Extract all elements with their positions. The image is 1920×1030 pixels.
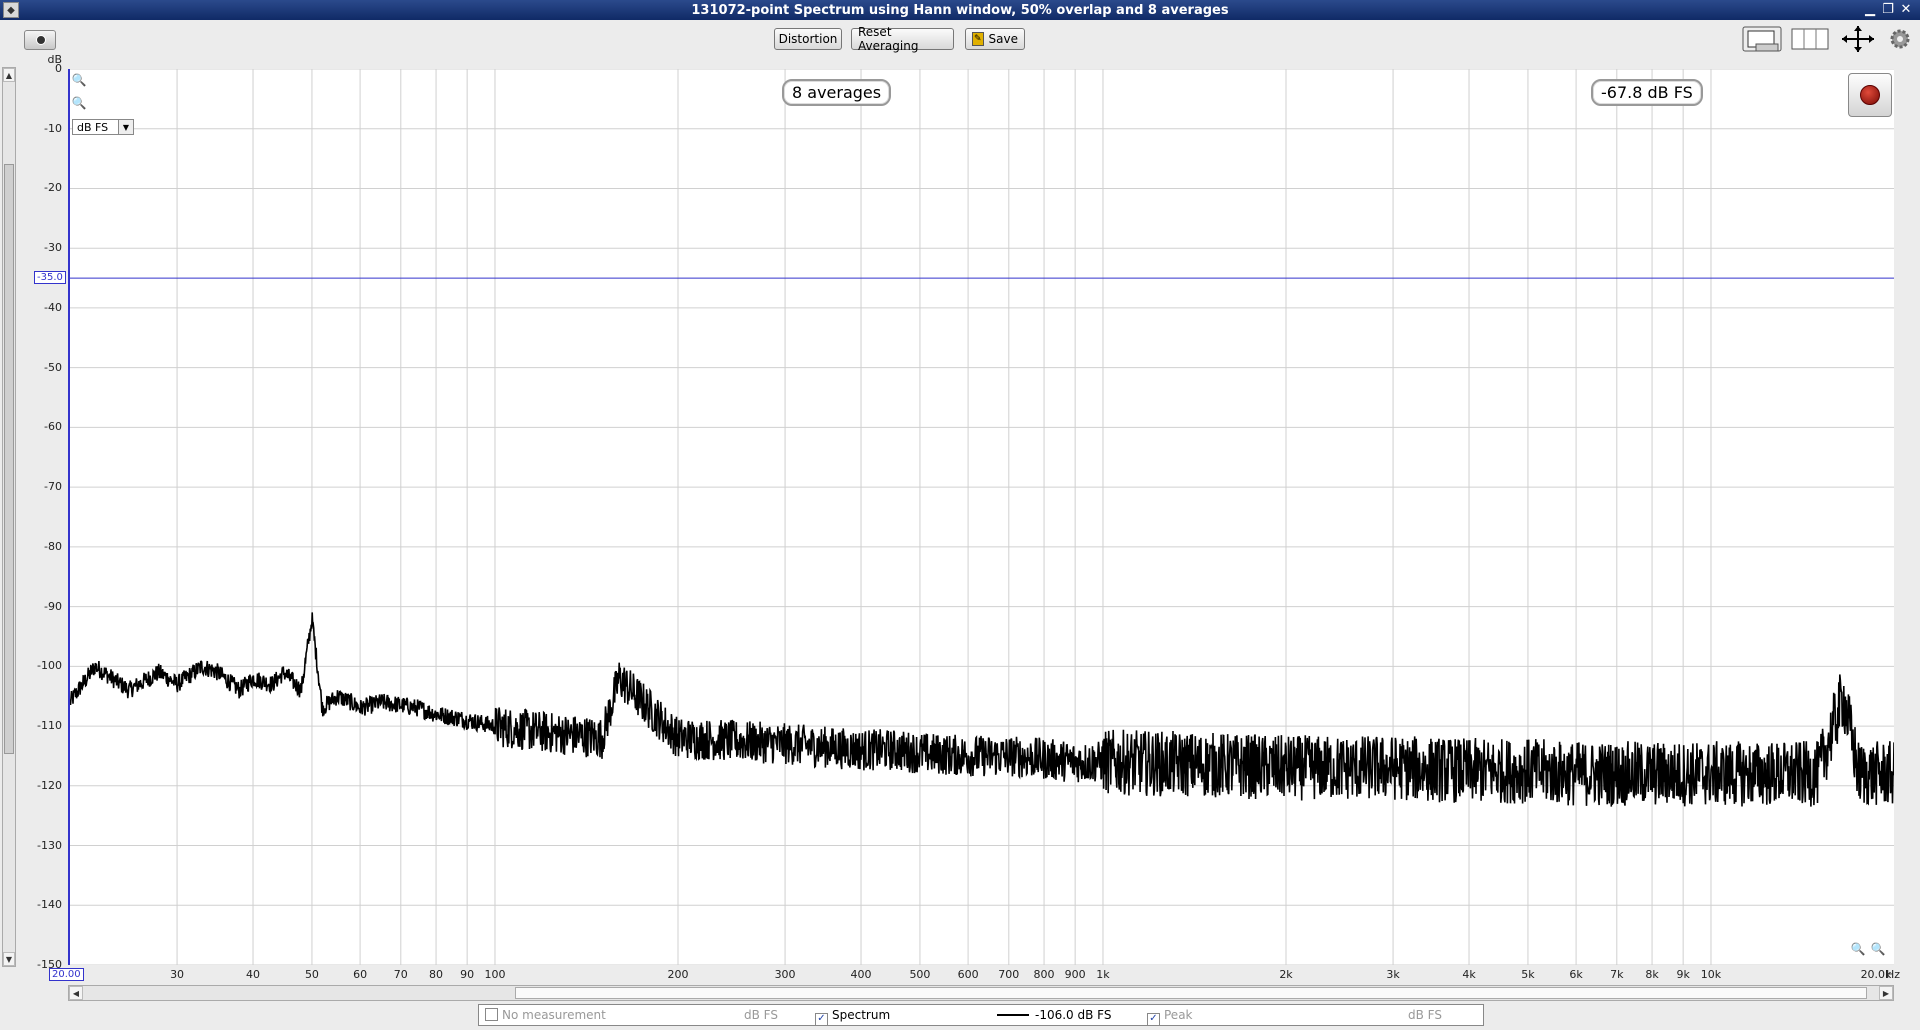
y-tick-label: -130 bbox=[37, 838, 62, 852]
unit-dropdown[interactable]: dB FS ▼ bbox=[72, 119, 134, 135]
overlay-view-icon[interactable] bbox=[1742, 24, 1782, 54]
fit-axes-icon[interactable] bbox=[1838, 24, 1878, 54]
zoom-out-icon[interactable]: 🔍 bbox=[72, 96, 87, 110]
cursor-y-readout[interactable]: -35.0 bbox=[34, 271, 66, 285]
app-icon[interactable]: ◆ bbox=[3, 2, 19, 18]
camera-icon[interactable] bbox=[24, 30, 56, 50]
spectrum-checkbox[interactable]: ✓ bbox=[815, 1013, 828, 1026]
x-tick-label: 4k bbox=[1462, 968, 1476, 981]
trace-legend: No measurement dB FS ✓ Spectrum -106.0 dB… bbox=[478, 1004, 1484, 1026]
restore-icon[interactable]: ❐ bbox=[1880, 1, 1896, 17]
y-tick-label: -30 bbox=[44, 241, 62, 255]
legend-spectrum[interactable]: ✓ Spectrum bbox=[815, 1008, 890, 1026]
split-view-icon[interactable] bbox=[1790, 24, 1830, 54]
x-tick-label: 400 bbox=[850, 968, 872, 981]
no-measurement-label: No measurement bbox=[502, 1008, 606, 1022]
chevron-down-icon[interactable]: ▼ bbox=[118, 120, 133, 134]
spectrum-plot[interactable] bbox=[68, 68, 1895, 966]
legend-no-measurement[interactable]: No measurement bbox=[485, 1008, 606, 1022]
scroll-left-icon[interactable]: ◀ bbox=[69, 986, 83, 1000]
x-tick-label: 200 bbox=[667, 968, 689, 981]
x-tick-label: 300 bbox=[774, 968, 796, 981]
x-tick-label: 1k bbox=[1096, 968, 1110, 981]
no-measurement-checkbox[interactable] bbox=[485, 1008, 498, 1021]
unit-dropdown-value: dB FS bbox=[77, 120, 109, 134]
x-tick-label: 40 bbox=[246, 968, 261, 981]
peak-checkbox[interactable]: ✓ bbox=[1147, 1013, 1160, 1026]
window-title-bar: ◆ 131072-point Spectrum using Hann windo… bbox=[0, 0, 1920, 20]
zoom-in-icon[interactable]: 🔍 bbox=[72, 73, 87, 87]
y-tick-label: -80 bbox=[44, 539, 62, 553]
y-tick-label: -60 bbox=[44, 420, 62, 434]
level-readout-badge: -67.8 dB FS bbox=[1591, 79, 1703, 106]
y-tick-label: -20 bbox=[44, 181, 62, 195]
no-measurement-unit: dB FS bbox=[744, 1008, 778, 1022]
window-title: 131072-point Spectrum using Hann window,… bbox=[691, 2, 1229, 18]
horizontal-scrollbar[interactable]: ◀ ▶ bbox=[68, 985, 1894, 1001]
spectrum-chart bbox=[69, 68, 1895, 966]
peak-label: Peak bbox=[1164, 1008, 1193, 1022]
spectrum-label: Spectrum bbox=[832, 1008, 891, 1022]
distortion-button[interactable]: Distortion bbox=[774, 28, 842, 50]
save-button-label: Save bbox=[988, 32, 1018, 46]
x-zoom-in-icon[interactable]: 🔍 bbox=[1871, 942, 1886, 956]
y-tick-label: -50 bbox=[44, 360, 62, 374]
save-icon: ✎ bbox=[972, 32, 984, 46]
y-tick-label: -140 bbox=[37, 898, 62, 912]
y-tick-label: -10 bbox=[44, 121, 62, 135]
horizontal-scroll-thumb[interactable] bbox=[515, 987, 1867, 999]
spectrum-trace bbox=[69, 612, 1895, 807]
y-tick-label: -70 bbox=[44, 480, 62, 494]
reset-averaging-button[interactable]: Reset Averaging bbox=[851, 25, 954, 53]
x-tick-label: 3k bbox=[1386, 968, 1400, 981]
record-icon bbox=[1860, 85, 1880, 105]
settings-gear-icon[interactable] bbox=[1882, 24, 1918, 54]
x-zoom-out-icon[interactable]: 🔍 bbox=[1851, 942, 1866, 956]
x-axis-unit: Hz bbox=[1886, 968, 1901, 981]
close-icon[interactable]: ✕ bbox=[1898, 1, 1914, 17]
y-tick-label: 0 bbox=[55, 62, 62, 75]
x-tick-label: 30 bbox=[170, 968, 185, 981]
y-tick-label: -100 bbox=[37, 659, 62, 673]
spectrum-line-swatch: -106.0 dB FS bbox=[997, 1008, 1111, 1022]
x-tick-label: 100 bbox=[484, 968, 506, 981]
y-tick-label: -40 bbox=[44, 300, 62, 314]
averages-badge: 8 averages bbox=[782, 79, 892, 106]
save-button[interactable]: ✎ Save bbox=[965, 28, 1025, 50]
x-tick-label: 2k bbox=[1279, 968, 1293, 981]
spectrum-value: -106.0 dB FS bbox=[1035, 1008, 1112, 1022]
y-tick-label: -110 bbox=[37, 719, 62, 733]
x-tick-label: 10k bbox=[1700, 968, 1722, 981]
y-tick-label: -90 bbox=[44, 599, 62, 613]
y-tick-label: -120 bbox=[37, 778, 62, 792]
legend-peak[interactable]: ✓ Peak bbox=[1147, 1008, 1193, 1026]
scroll-right-icon[interactable]: ▶ bbox=[1879, 986, 1893, 1000]
minimize-icon[interactable]: ▁ bbox=[1862, 1, 1878, 17]
cursor-x-readout[interactable]: 20.00 bbox=[49, 968, 84, 981]
record-button[interactable] bbox=[1848, 73, 1892, 117]
peak-unit: dB FS bbox=[1408, 1008, 1442, 1022]
vertical-scrollbar[interactable]: ▲ ▼ bbox=[2, 67, 16, 967]
